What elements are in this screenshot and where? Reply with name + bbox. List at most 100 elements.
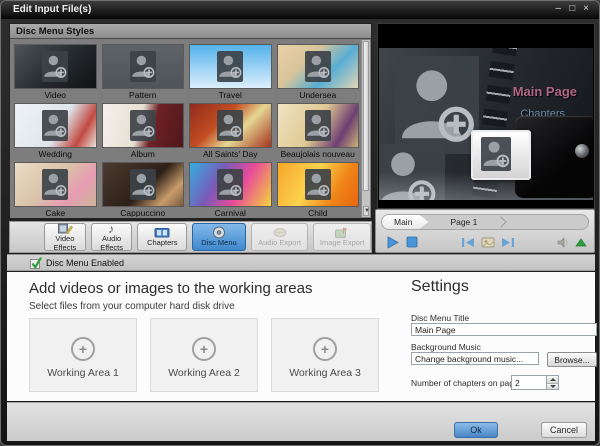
style-thumbnail[interactable] bbox=[14, 162, 97, 207]
style-thumbnail[interactable] bbox=[102, 103, 185, 148]
disc-menu-title-input[interactable] bbox=[411, 323, 597, 336]
style-label: Child bbox=[277, 207, 360, 217]
add-plus-icon[interactable]: + bbox=[192, 337, 216, 361]
content-subheading: Select files from your computer hard dis… bbox=[29, 301, 235, 312]
working-area-label: Working Area 3 bbox=[272, 367, 378, 379]
styles-scrollbar[interactable]: ▼ bbox=[361, 40, 370, 217]
add-plus-icon[interactable]: + bbox=[71, 337, 95, 361]
background-music-input[interactable] bbox=[411, 352, 539, 365]
ok-button[interactable]: Ok bbox=[454, 422, 498, 438]
style-label: Cake bbox=[14, 207, 97, 217]
browse-button[interactable]: Browse... bbox=[547, 352, 597, 367]
style-item: All Saints' Day bbox=[189, 103, 272, 161]
video-placeholder-icon bbox=[130, 110, 156, 141]
style-thumbnail[interactable] bbox=[102, 44, 185, 89]
volume-slider-button[interactable] bbox=[574, 234, 588, 250]
working-area-label: Working Area 1 bbox=[30, 367, 136, 379]
video-placeholder-icon bbox=[305, 110, 331, 141]
working-area-3[interactable]: + Working Area 3 bbox=[271, 318, 379, 392]
down-arrow-icon bbox=[550, 385, 556, 388]
previous-page-button[interactable] bbox=[458, 234, 478, 250]
next-page-button[interactable] bbox=[498, 234, 518, 250]
add-plus-icon[interactable]: + bbox=[313, 337, 337, 361]
play-button[interactable] bbox=[382, 234, 402, 250]
style-label: Undersea bbox=[277, 89, 360, 100]
style-item: Undersea bbox=[277, 44, 360, 102]
video-placeholder-icon bbox=[42, 169, 68, 200]
toolbar-button-label: Audio Export bbox=[258, 239, 301, 247]
mode-toolbar: Video Effects ♪Audio EffectsChapters Disc … bbox=[9, 221, 372, 253]
working-areas: + Working Area 1 + Working Area 2 + Working A… bbox=[29, 318, 379, 392]
page-tab-main[interactable]: Main bbox=[382, 215, 428, 229]
main-content: Add videos or images to the working area… bbox=[7, 272, 595, 401]
preview-menu-title: Main Page bbox=[513, 84, 577, 99]
style-label: Travel bbox=[189, 89, 272, 100]
style-item: Cake bbox=[14, 162, 97, 217]
toolbar-button-label: Audio Effects bbox=[94, 235, 130, 251]
disc-menu-styles-header: Disc Menu Styles bbox=[10, 24, 371, 39]
speaker-icon[interactable] bbox=[554, 234, 574, 250]
disc-menu-styles-grid: Video Pattern Travel Undersea Wedding Album Al… bbox=[10, 40, 361, 217]
video-effects-button[interactable]: Video Effects bbox=[44, 223, 86, 251]
menu-home-button[interactable] bbox=[478, 234, 498, 250]
style-item: Travel bbox=[189, 44, 272, 102]
style-label: Pattern bbox=[102, 89, 185, 100]
working-area-label: Working Area 2 bbox=[151, 367, 257, 379]
style-thumbnail[interactable] bbox=[277, 162, 360, 207]
scrollbar-thumb[interactable] bbox=[363, 41, 369, 191]
style-item: Video bbox=[14, 44, 97, 102]
disc-menu-styles-panel: Disc Menu Styles Video Pattern Travel Under… bbox=[9, 23, 372, 219]
chapters-spinner bbox=[511, 375, 559, 390]
status-bar: Disc Menu Enabled bbox=[7, 254, 595, 271]
style-label: Album bbox=[102, 148, 185, 159]
working-area-1[interactable]: + Working Area 1 bbox=[29, 318, 137, 392]
toolbar-button-label: Video Effects bbox=[47, 235, 83, 251]
video-placeholder-icon bbox=[130, 51, 156, 82]
menu-preview-panel: Main Page Chapters • Play • bbox=[377, 23, 595, 209]
transport-controls bbox=[382, 233, 588, 251]
audio-effects-button[interactable]: ♪Audio Effects bbox=[91, 223, 133, 251]
style-label: Cappuccino bbox=[102, 207, 185, 217]
stop-button[interactable] bbox=[402, 234, 422, 250]
toolbar-button-label: Image Export bbox=[320, 239, 365, 247]
audio-export-button[interactable]: Audio Export bbox=[251, 223, 309, 251]
content-heading: Add videos or images to the working area… bbox=[29, 280, 312, 297]
style-item: Cappuccino bbox=[102, 162, 185, 217]
disc-menu-title-label: Disc Menu Title bbox=[411, 313, 469, 323]
video-placeholder-icon bbox=[481, 137, 511, 171]
toolbar-button-label: Disc Menu bbox=[201, 239, 236, 247]
image-export-button[interactable]: Image Export bbox=[313, 223, 371, 251]
style-thumbnail[interactable] bbox=[14, 103, 97, 148]
video-placeholder-icon bbox=[305, 51, 331, 82]
disc-menu-button[interactable]: Disc Menu bbox=[192, 223, 246, 251]
spinner-down-button[interactable] bbox=[547, 383, 558, 390]
working-area-2[interactable]: + Working Area 2 bbox=[150, 318, 258, 392]
style-thumbnail[interactable] bbox=[189, 103, 272, 148]
style-thumbnail[interactable] bbox=[189, 162, 272, 207]
style-item: Wedding bbox=[14, 103, 97, 161]
style-thumbnail[interactable] bbox=[277, 44, 360, 89]
check-icon bbox=[29, 256, 42, 270]
minimize-button[interactable]: – bbox=[556, 2, 562, 16]
style-thumbnail[interactable] bbox=[102, 162, 185, 207]
page-tab-page-1[interactable]: Page 1 bbox=[428, 215, 495, 229]
cancel-button[interactable]: Cancel bbox=[541, 422, 587, 438]
maximize-button[interactable]: □ bbox=[569, 2, 575, 16]
menu-preview-image[interactable]: Main Page Chapters • Play • bbox=[379, 48, 593, 200]
style-item: Carnival bbox=[189, 162, 272, 217]
style-thumbnail[interactable] bbox=[189, 44, 272, 89]
style-item: Child bbox=[277, 162, 360, 217]
up-arrow-icon bbox=[550, 378, 556, 381]
style-thumbnail[interactable] bbox=[277, 103, 360, 148]
style-thumbnail[interactable] bbox=[14, 44, 97, 89]
close-button[interactable]: × bbox=[583, 2, 589, 16]
style-label: Video bbox=[14, 89, 97, 100]
video-placeholder-icon bbox=[42, 110, 68, 141]
camcorder-screen bbox=[471, 130, 531, 180]
audio-export-icon bbox=[272, 226, 288, 239]
style-label: Wedding bbox=[14, 148, 97, 159]
chapters-button[interactable]: Chapters bbox=[137, 223, 187, 251]
chapters-count-input[interactable] bbox=[511, 375, 547, 390]
scrollbar-down-arrow-icon[interactable]: ▼ bbox=[363, 206, 369, 216]
image-export-icon bbox=[334, 226, 350, 239]
